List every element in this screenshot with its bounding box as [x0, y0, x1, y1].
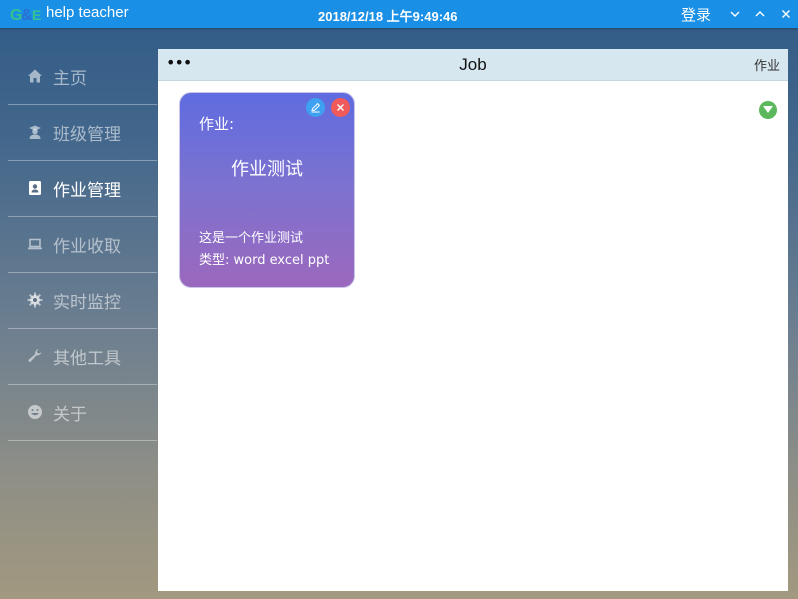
main-panel: ••• Job 作业 作业: 作业测试 这是一个作业测试 类型: word ex…	[158, 49, 788, 591]
sidebar-item-other-tools[interactable]: 其他工具	[8, 329, 157, 385]
card-description: 这是一个作业测试	[199, 231, 304, 246]
laptop-icon	[28, 238, 42, 250]
panel-header: ••• Job 作业	[158, 49, 788, 81]
caret-down-icon	[763, 106, 773, 113]
user-tie-icon	[29, 125, 41, 139]
card-label: 作业:	[199, 115, 235, 133]
sidebar-item-homework-collection[interactable]: 作业收取	[8, 217, 157, 273]
pencil-icon	[311, 102, 321, 113]
edit-button[interactable]	[306, 98, 325, 117]
wrench-icon	[28, 349, 42, 362]
sidebar-item-label: 实时监控	[53, 293, 121, 313]
gear-icon	[27, 292, 43, 308]
maximize-up-icon[interactable]	[753, 7, 767, 21]
delete-button[interactable]	[331, 98, 350, 117]
smile-icon	[28, 405, 42, 419]
collapse-down-icon[interactable]	[728, 7, 742, 21]
card-type: 类型: word excel ppt	[199, 253, 330, 268]
sidebar: 主页 班级管理 作业管理 作业收取 实时监控 其他工具 关于	[8, 49, 157, 441]
sidebar-item-home[interactable]: 主页	[8, 49, 157, 105]
sidebar-item-label: 关于	[53, 405, 87, 425]
panel-title: Job	[459, 55, 487, 74]
sidebar-item-live-monitor[interactable]: 实时监控	[8, 273, 157, 329]
close-icon[interactable]	[779, 7, 793, 21]
svg-text:E: E	[32, 7, 41, 23]
panel-right-label[interactable]: 作业	[754, 55, 780, 74]
app-logo-icon: G & E	[10, 7, 41, 24]
login-button[interactable]: 登录	[681, 4, 711, 25]
close-icon	[337, 104, 344, 111]
dropdown-toggle-button[interactable]	[759, 101, 777, 119]
app-window: G & E help teacher 2018/12/18 上午9:49:46 …	[0, 0, 798, 599]
homework-card[interactable]: 作业: 作业测试 这是一个作业测试 类型: word excel ppt	[179, 92, 355, 288]
sidebar-item-label: 班级管理	[53, 125, 121, 145]
sidebar-item-about[interactable]: 关于	[8, 385, 157, 441]
sidebar-item-label: 主页	[53, 69, 87, 89]
sidebar-item-label: 其他工具	[53, 349, 121, 369]
app-title: help teacher	[46, 4, 129, 21]
title-bar: G & E help teacher 2018/12/18 上午9:49:46 …	[0, 0, 798, 28]
sidebar-item-label: 作业管理	[53, 181, 121, 201]
datetime-display: 2018/12/18 上午9:49:46	[318, 9, 458, 24]
card-title: 作业测试	[231, 159, 303, 180]
sidebar-item-label: 作业收取	[53, 237, 121, 257]
sidebar-item-class-management[interactable]: 班级管理	[8, 105, 157, 161]
contact-card-icon	[29, 181, 41, 195]
home-icon	[28, 69, 42, 83]
sidebar-item-homework-management[interactable]: 作业管理	[8, 161, 157, 217]
